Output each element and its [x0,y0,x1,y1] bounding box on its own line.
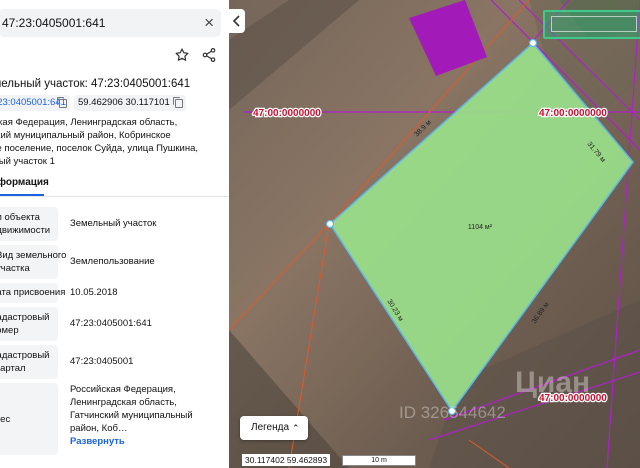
share-icon[interactable] [201,47,219,65]
property-value: Землепользование [70,256,155,267]
quarter-label: 47:00:0000000 [253,108,321,119]
label-line: участка [0,263,30,274]
value-line: район, Коб… [70,423,128,434]
cursor-coordinates: 30.117402 59.462893 [242,454,331,466]
cadastral-number-chip[interactable]: 47:23:0405001:641 [0,95,70,111]
copy-icon[interactable] [57,97,67,108]
property-row: Дата присвоения 10.05.2018 [0,283,229,303]
label-line: Вид земельного [0,250,67,261]
property-value: 10.05.2018 [70,287,118,298]
map-provider-logo [543,10,640,39]
property-label: Кадастровый номер [0,307,58,341]
watermark-text: Циан [515,366,590,399]
watermark-id: ID 326544642 [399,403,506,422]
value-line: Российская Федерация, [70,384,176,395]
property-row: Вид земельного участка Землепользование [0,245,229,279]
property-label: Дата присвоения [0,283,65,303]
property-value: Российская Федерация, Ленинградская обла… [70,383,193,448]
tab-info[interactable]: Информация [0,177,49,188]
value-line: Гатчинский муниципальный [70,410,193,421]
label-line: Адрес [0,414,11,425]
vertex-marker[interactable] [325,219,335,229]
parcel-address: Российская Федерация, Ленинградская обла… [0,116,199,168]
chevron-up-icon: ⌃ [292,423,300,433]
label-line: Кадастровый [0,312,50,323]
coordinates-text: 59.462906 30.117101 [78,97,170,108]
label-line: квартал [0,363,26,374]
property-row: Тип объекта недвижимости Земельный участ… [0,207,229,241]
search-query[interactable]: 47:23:0405001:641 [2,16,105,30]
legend-button[interactable]: Легенда ⌃ [240,416,308,440]
property-value: 47:23:0405001:641 [70,318,152,329]
map-view[interactable]: 1104 м² 38.9 м 31.79 м 30.23 м 36.89 м 4… [229,0,640,468]
label-line: номер [0,325,19,336]
coordinates-chip[interactable]: 59.462906 30.117101 [74,95,186,111]
property-value: 47:23:0405001 [70,356,134,367]
search-bar[interactable]: 47:23:0405001:641 × [0,9,221,37]
star-icon[interactable] [174,47,192,65]
label-line: Кадастровый [0,350,50,361]
property-row: Кадастровый квартал 47:23:0405001 [0,345,229,379]
property-row: Адрес Российская Федерация, Ленинградска… [0,383,229,455]
label-line: Тип объекта [0,212,40,223]
address-line: сельское поселение, поселок Суйда, улица… [0,143,199,154]
vertex-marker[interactable] [528,38,538,48]
legend-label[interactable]: Легенда [251,416,289,440]
address-line: земельный участок 1 [0,156,55,167]
page-title: Земельный участок: 47:23:0405001:641 [0,78,191,90]
label-line: недвижимости [0,225,51,236]
property-label: Тип объекта недвижимости [0,207,58,241]
expand-link[interactable]: Развернуть [70,435,193,448]
close-icon[interactable]: × [204,13,214,33]
copy-icon[interactable] [173,97,183,108]
object-card-panel: 47:23:0405001:641 × Земельный участок: 4… [0,0,229,468]
property-label: Вид земельного участка [0,245,66,279]
value-line: Ленинградская область, [70,397,177,408]
collapse-panel-button[interactable] [229,9,245,33]
chevron-left-icon [232,15,240,27]
satellite-map[interactable]: 1104 м² 38.9 м 31.79 м 30.23 м 36.89 м 4… [229,0,640,468]
label-line: Дата присвоения [0,287,66,298]
scale-bar: 10 m [342,455,416,466]
quarter-label: 47:00:0000000 [539,108,607,119]
property-value: Земельный участок [70,218,157,229]
property-row: Кадастровый номер 47:23:0405001:641 [0,307,229,341]
area-label: 1104 м² [468,224,493,231]
address-line: Гатчинский муниципальный район, Кобринск… [0,130,171,141]
tab-divider [0,196,229,197]
address-line: Российская Федерация, Ленинградская обла… [0,117,178,128]
property-label: Кадастровый квартал [0,345,58,379]
cadastral-number-text[interactable]: 47:23:0405001:641 [0,97,66,108]
property-label: Адрес [0,383,58,455]
